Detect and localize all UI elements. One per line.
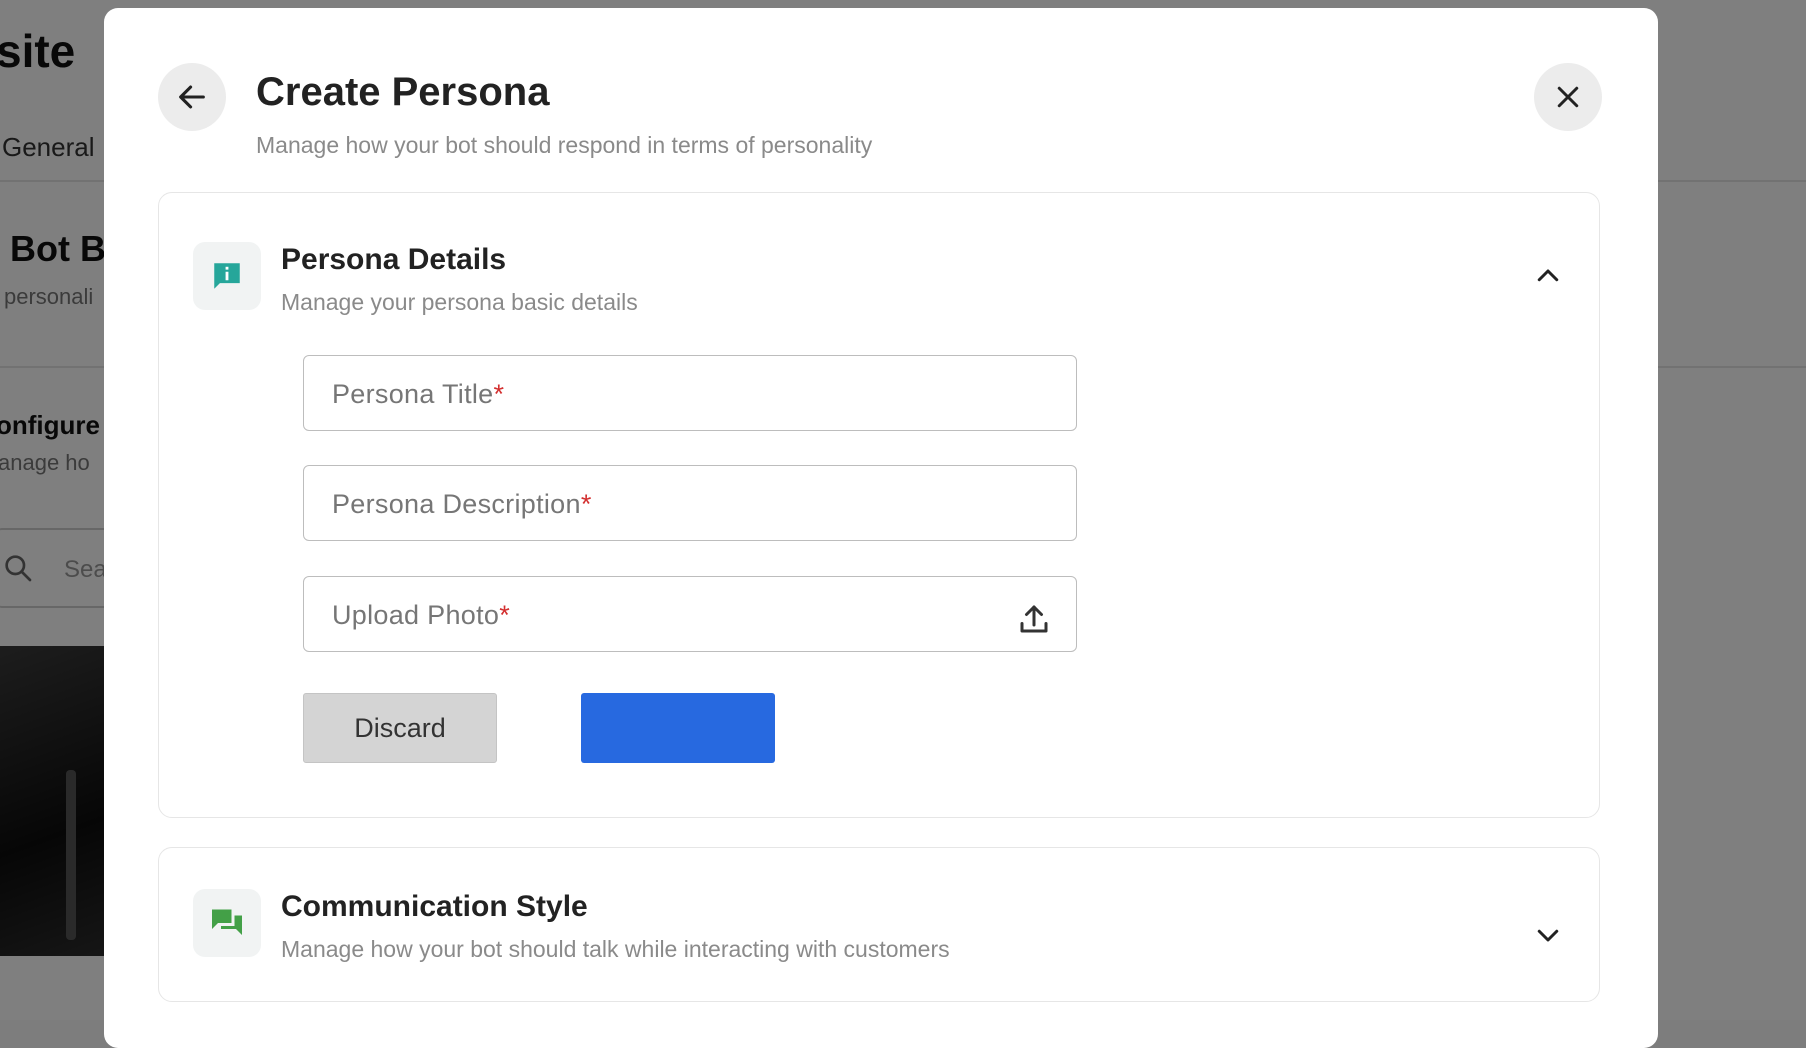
arrow-left-icon [179, 85, 205, 109]
persona-title-input[interactable] [304, 356, 1076, 430]
persona-details-subtitle: Manage your persona basic details [281, 289, 638, 315]
info-chat-icon [214, 263, 240, 289]
persona-description-input[interactable] [304, 466, 1076, 540]
communication-style-subtitle: Manage how your bot should talk while in… [281, 936, 950, 962]
upload-icon[interactable] [1016, 601, 1052, 637]
persona-title-field: Persona Title* [303, 355, 1077, 431]
chevron-up-icon[interactable] [1533, 261, 1563, 291]
chevron-down-icon[interactable] [1533, 920, 1563, 950]
persona-description-field: Persona Description* [303, 465, 1077, 541]
back-button[interactable] [158, 63, 226, 131]
close-icon [1557, 86, 1579, 108]
communication-style-title: Communication Style [281, 890, 588, 923]
communication-style-icon-box [193, 889, 261, 957]
close-button[interactable] [1534, 63, 1602, 131]
persona-details-section: Persona Details Manage your persona basi… [158, 192, 1600, 818]
upload-photo-label: Upload Photo* [332, 600, 511, 630]
modal-subtitle: Manage how your bot should respond in te… [256, 132, 873, 158]
save-button[interactable] [581, 693, 775, 763]
chat-bubbles-icon [212, 909, 242, 935]
discard-button[interactable]: Discard [303, 693, 497, 763]
create-persona-modal: Create Persona Manage how your bot shoul… [104, 8, 1658, 1048]
upload-photo-field[interactable]: Upload Photo* [303, 576, 1077, 652]
persona-details-title: Persona Details [281, 243, 507, 276]
required-mark: * [499, 600, 511, 630]
persona-details-icon-box [193, 242, 261, 310]
modal-title: Create Persona [256, 70, 550, 114]
communication-style-section[interactable]: Communication Style Manage how your bot … [158, 847, 1600, 1002]
